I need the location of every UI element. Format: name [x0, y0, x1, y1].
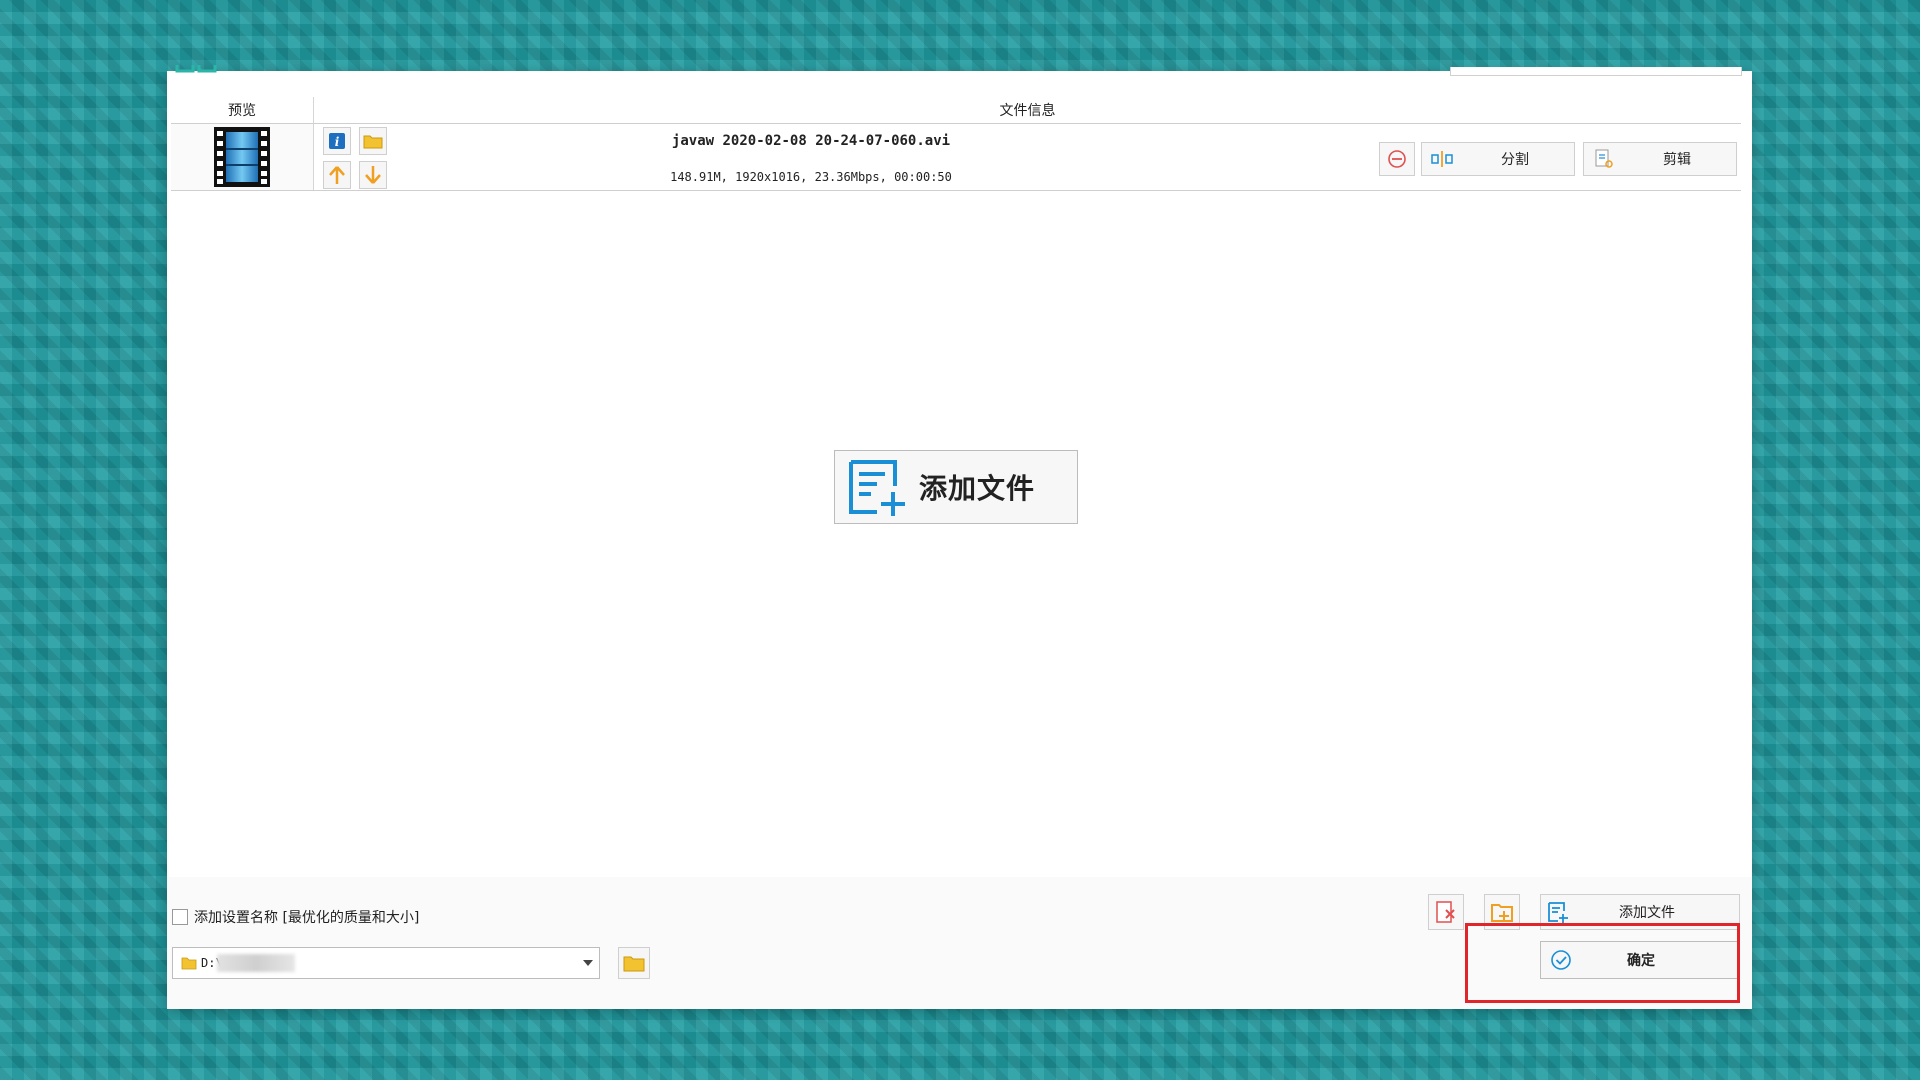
add-file-icon [1548, 902, 1568, 923]
folder-add-icon [1491, 904, 1513, 922]
file-name: javaw 2020-02-08 20-24-07-060.avi [671, 133, 951, 149]
check-circle-icon [1551, 950, 1571, 970]
folder-icon [623, 956, 645, 972]
info-button[interactable]: i [323, 127, 351, 155]
svg-text:i: i [335, 135, 340, 149]
folder-icon [181, 957, 197, 970]
add-file-center-button[interactable]: 添加文件 [834, 450, 1078, 524]
add-file-button[interactable]: 添加文件 [1540, 894, 1740, 930]
preview-thumbnail[interactable] [171, 124, 314, 190]
arrow-up-icon [329, 166, 345, 184]
ok-button[interactable]: 确定 [1540, 941, 1740, 979]
profile-name-option[interactable]: 添加设置名称 [最优化的质量和大小] [172, 907, 419, 927]
film-icon [214, 127, 270, 187]
main-window: 预览 文件信息 i javaw 2020-02-08 20-24-07-060.… [167, 65, 1752, 1009]
split-button[interactable]: 分割 [1421, 142, 1575, 176]
column-header: 预览 文件信息 [171, 97, 1741, 124]
remove-file-button[interactable] [1379, 142, 1415, 176]
split-label: 分割 [1501, 152, 1529, 168]
file-details: 148.91M, 1920x1016, 23.36Mbps, 00:00:50 [670, 170, 952, 184]
move-down-button[interactable] [359, 161, 387, 189]
profile-name-checkbox-label: 添加设置名称 [最优化的质量和大小] [194, 910, 420, 926]
chevron-down-icon[interactable] [583, 960, 593, 966]
app-logo-icon [175, 65, 217, 73]
cut-button[interactable]: 剪辑 [1583, 142, 1737, 176]
remove-icon [1388, 150, 1406, 168]
bottom-panel: 添加设置名称 [最优化的质量和大小] D:\ 添加文件 确定 [167, 877, 1752, 1009]
add-folder-button[interactable] [1484, 894, 1520, 930]
open-folder-button[interactable] [359, 127, 387, 155]
info-icon: i [329, 133, 345, 149]
output-path-select[interactable]: D:\ [172, 947, 600, 979]
ok-label: 确定 [1627, 953, 1655, 969]
path-redaction [217, 954, 295, 972]
top-right-field[interactable] [1450, 67, 1742, 76]
clear-list-button[interactable] [1428, 894, 1464, 930]
file-row[interactable]: i javaw 2020-02-08 20-24-07-060.avi 148.… [171, 124, 1741, 191]
clear-list-icon [1436, 901, 1455, 923]
folder-icon [363, 135, 383, 149]
browse-folder-button[interactable] [618, 947, 650, 979]
profile-name-checkbox[interactable] [172, 909, 188, 925]
add-file-label: 添加文件 [1619, 905, 1675, 921]
split-icon [1431, 151, 1453, 167]
add-file-center-label: 添加文件 [919, 472, 1036, 505]
cut-label: 剪辑 [1663, 152, 1691, 168]
add-file-icon [849, 460, 905, 516]
cut-icon [1595, 149, 1613, 168]
arrow-down-icon [365, 166, 381, 184]
file-info-column-header: 文件信息 [999, 103, 1056, 119]
move-up-button[interactable] [323, 161, 351, 189]
preview-column-header: 预览 [171, 97, 314, 123]
